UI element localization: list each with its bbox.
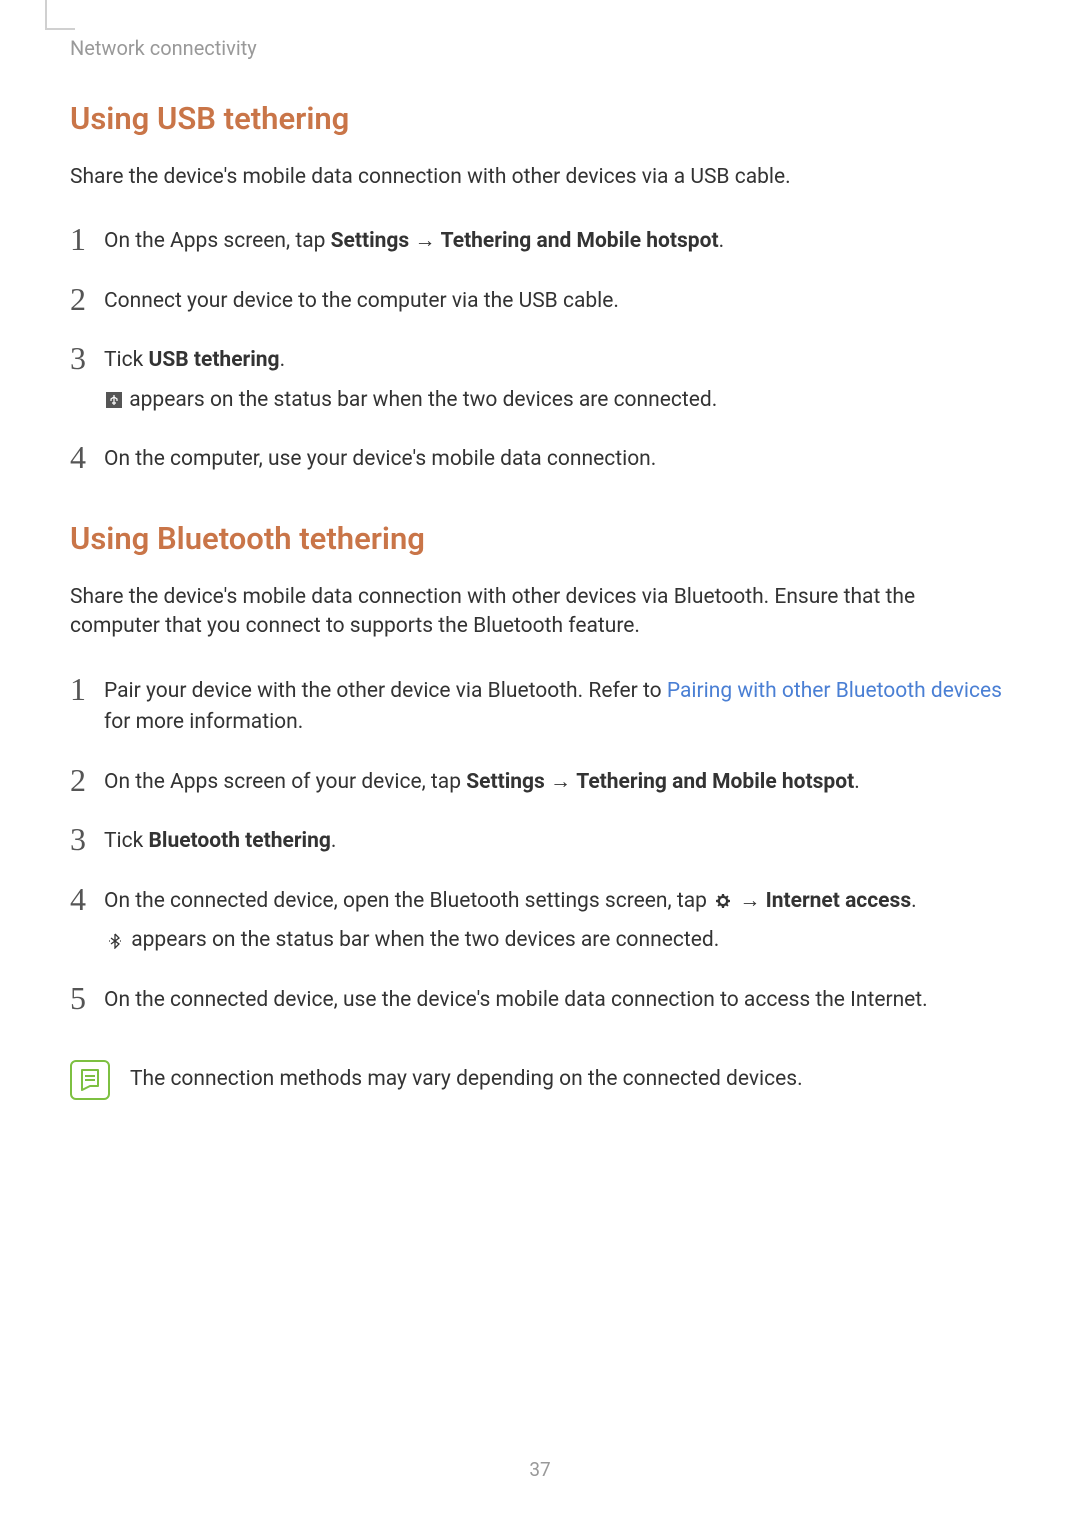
note-text: The connection methods may vary dependin… — [130, 1060, 803, 1091]
step-text: On the connected device, open the Blueto… — [104, 882, 917, 957]
usb-step-1: 1 On the Apps screen, tap Settings → Tet… — [70, 222, 1010, 258]
step-text: On the computer, use your device's mobil… — [104, 440, 656, 476]
text: . — [331, 829, 337, 853]
usb-tether-icon — [106, 392, 122, 408]
heading-usb-tethering: Using USB tethering — [70, 100, 1010, 137]
bold-internet-access: Internet access — [766, 889, 912, 913]
bt-step-2: 2 On the Apps screen of your device, tap… — [70, 763, 1010, 799]
bt-step-4: 4 On the connected device, open the Blue… — [70, 882, 1010, 957]
text: Pair your device with the other device v… — [104, 679, 667, 703]
bold-tethering: Tethering and Mobile hotspot — [576, 770, 854, 794]
text: Tick — [104, 348, 148, 372]
text: . — [719, 229, 725, 253]
step-text: On the connected device, use the device'… — [104, 981, 928, 1017]
bold-tethering: Tethering and Mobile hotspot — [441, 229, 719, 253]
header-marker — [45, 0, 47, 30]
intro-bt: Share the device's mobile data connectio… — [70, 583, 1010, 642]
step-number: 3 — [70, 822, 104, 857]
heading-bluetooth-tethering: Using Bluetooth tethering — [70, 520, 1010, 557]
text: . — [911, 889, 917, 913]
text: appears on the status bar when the two d… — [124, 388, 717, 412]
text: for more information. — [104, 710, 303, 734]
step-number: 1 — [70, 222, 104, 257]
step-number: 5 — [70, 981, 104, 1016]
usb-step-4: 4 On the computer, use your device's mob… — [70, 440, 1010, 476]
link-pairing-bluetooth[interactable]: Pairing with other Bluetooth devices — [667, 679, 1002, 703]
bt-step-5: 5 On the connected device, use the devic… — [70, 981, 1010, 1017]
note-icon — [70, 1060, 110, 1100]
gear-icon — [714, 892, 732, 910]
step-number: 1 — [70, 672, 104, 707]
bold-usb-tethering: USB tethering — [148, 348, 279, 372]
bt-steps: 1 Pair your device with the other device… — [70, 672, 1010, 1017]
arrow: → — [545, 770, 576, 794]
usb-step-3: 3 Tick USB tethering. appears on the sta… — [70, 341, 1010, 416]
text: . — [280, 348, 286, 372]
step-number: 3 — [70, 341, 104, 376]
step-subline: appears on the status bar when the two d… — [104, 925, 917, 957]
bold-settings: Settings — [466, 770, 545, 794]
step-number: 4 — [70, 882, 104, 917]
step-text: Connect your device to the computer via … — [104, 282, 619, 318]
step-number: 2 — [70, 763, 104, 798]
text: On the Apps screen, tap — [104, 229, 331, 253]
text: On the connected device, open the Blueto… — [104, 889, 712, 913]
usb-steps: 1 On the Apps screen, tap Settings → Tet… — [70, 222, 1010, 476]
step-text: Tick USB tethering. appears on the statu… — [104, 341, 717, 416]
step-number: 2 — [70, 282, 104, 317]
text: Tick — [104, 829, 148, 853]
page-content: Using USB tethering Share the device's m… — [70, 100, 1010, 1130]
step-text: On the Apps screen of your device, tap S… — [104, 763, 860, 799]
step-text: Tick Bluetooth tethering. — [104, 822, 336, 858]
bold-bt-tethering: Bluetooth tethering — [148, 829, 330, 853]
text: On the Apps screen of your device, tap — [104, 770, 466, 794]
breadcrumb: Network connectivity — [70, 36, 257, 60]
step-text: Pair your device with the other device v… — [104, 672, 1010, 739]
step-number: 4 — [70, 440, 104, 475]
step-subline: appears on the status bar when the two d… — [104, 385, 717, 417]
text: appears on the status bar when the two d… — [126, 928, 719, 952]
step-text: On the Apps screen, tap Settings → Tethe… — [104, 222, 724, 258]
arrow: → — [409, 229, 440, 253]
page-number: 37 — [0, 1458, 1080, 1481]
text: . — [854, 770, 860, 794]
bt-step-1: 1 Pair your device with the other device… — [70, 672, 1010, 739]
usb-step-2: 2 Connect your device to the computer vi… — [70, 282, 1010, 318]
intro-usb: Share the device's mobile data connectio… — [70, 163, 1010, 192]
bt-step-3: 3 Tick Bluetooth tethering. — [70, 822, 1010, 858]
note-box: The connection methods may vary dependin… — [70, 1060, 1010, 1100]
bluetooth-tether-icon — [106, 932, 124, 950]
bold-settings: Settings — [331, 229, 410, 253]
arrow: → — [734, 889, 765, 913]
